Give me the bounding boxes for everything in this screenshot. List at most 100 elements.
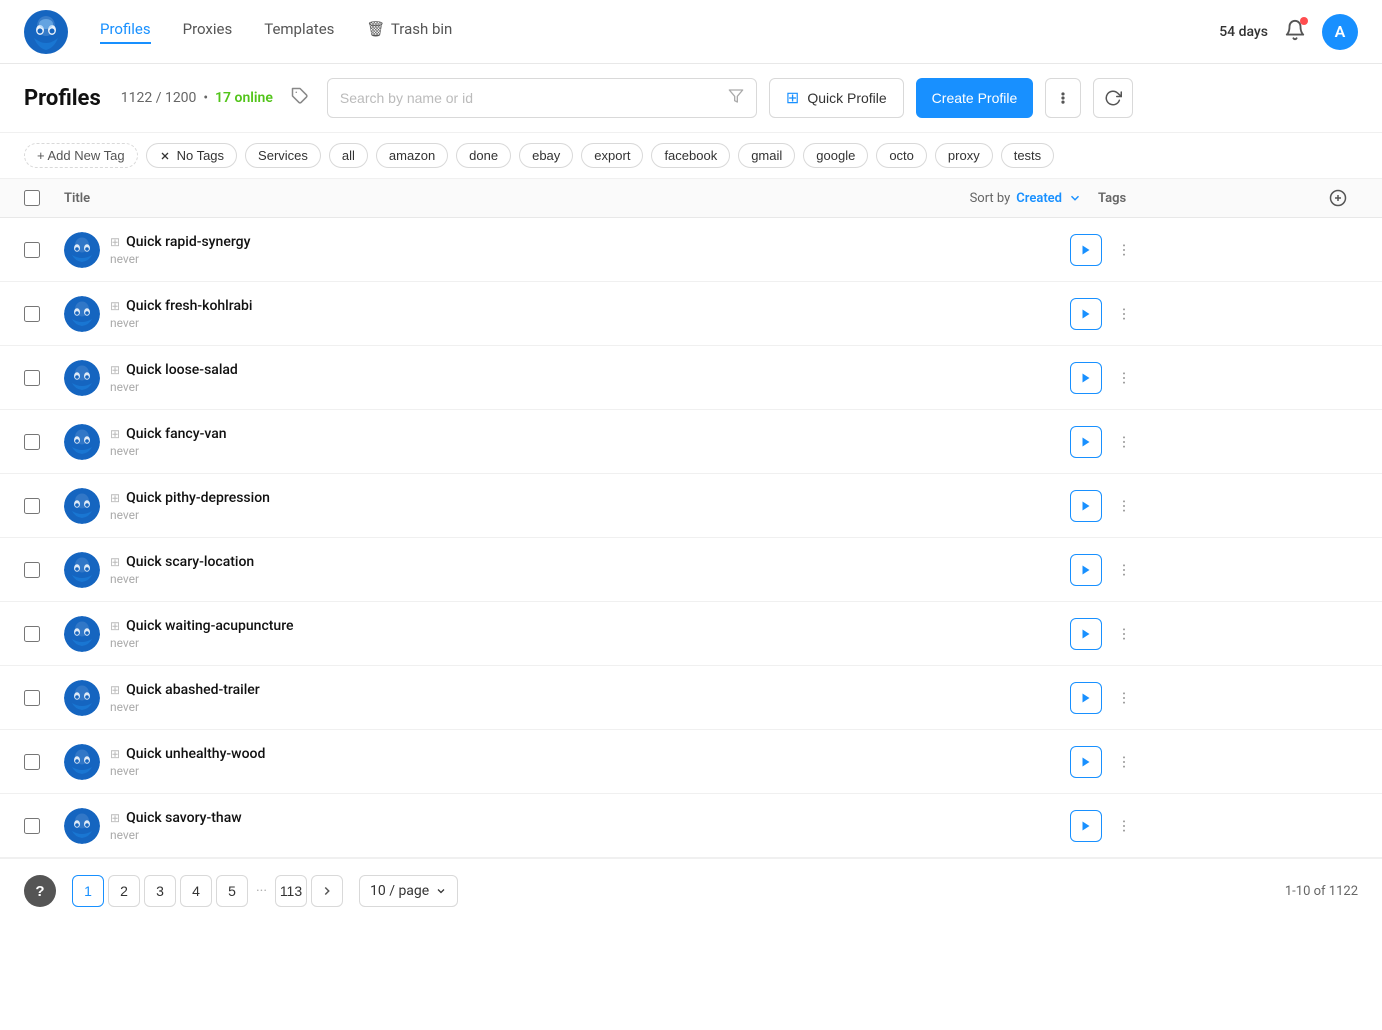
tag-no-tags[interactable]: No Tags xyxy=(146,143,237,168)
tag-done[interactable]: done xyxy=(456,143,511,168)
tag-facebook[interactable]: facebook xyxy=(651,143,730,168)
row-info: ⊞ Quick rapid-synergy never xyxy=(110,234,1070,266)
row-checkbox[interactable] xyxy=(24,754,40,770)
row-avatar xyxy=(64,552,100,588)
tag-gmail[interactable]: gmail xyxy=(738,143,795,168)
filter-icon[interactable] xyxy=(728,88,744,108)
more-options-button[interactable] xyxy=(1110,684,1138,712)
row-checkbox-col[interactable] xyxy=(24,306,64,322)
page-3[interactable]: 3 xyxy=(144,875,176,907)
table-row: ⊞ Quick waiting-acupuncture never xyxy=(0,602,1382,666)
play-button[interactable] xyxy=(1070,490,1102,522)
more-options-button[interactable] xyxy=(1110,748,1138,776)
nav-templates[interactable]: Templates xyxy=(264,20,334,44)
page-last[interactable]: 113 xyxy=(275,875,307,907)
col-title-label: Title xyxy=(64,191,970,206)
page-2[interactable]: 2 xyxy=(108,875,140,907)
tag-tests[interactable]: tests xyxy=(1001,143,1054,168)
tag-octo[interactable]: octo xyxy=(876,143,927,168)
row-actions xyxy=(1070,234,1138,266)
row-checkbox[interactable] xyxy=(24,626,40,642)
row-checkbox[interactable] xyxy=(24,306,40,322)
tag-proxy[interactable]: proxy xyxy=(935,143,993,168)
row-actions xyxy=(1070,746,1138,778)
add-tag-button[interactable]: + Add New Tag xyxy=(24,143,138,168)
play-button[interactable] xyxy=(1070,426,1102,458)
tag-all[interactable]: all xyxy=(329,143,368,168)
select-all-col[interactable] xyxy=(24,190,64,206)
row-name-text: Quick unhealthy-wood xyxy=(126,746,265,762)
more-options-button[interactable] xyxy=(1110,300,1138,328)
row-checkbox-col[interactable] xyxy=(24,818,64,834)
grid-small-icon: ⊞ xyxy=(110,811,120,825)
create-profile-button[interactable]: Create Profile xyxy=(916,78,1034,118)
quick-profile-button[interactable]: ⊞ Quick Profile xyxy=(769,78,904,118)
row-checkbox-col[interactable] xyxy=(24,690,64,706)
more-options-button[interactable] xyxy=(1110,364,1138,392)
row-checkbox-col[interactable] xyxy=(24,754,64,770)
row-actions xyxy=(1070,682,1138,714)
more-options-button[interactable] xyxy=(1110,236,1138,264)
notification-dot xyxy=(1300,17,1308,25)
row-checkbox[interactable] xyxy=(24,818,40,834)
row-checkbox[interactable] xyxy=(24,370,40,386)
page-size-select[interactable]: 10 / page xyxy=(359,875,458,907)
row-avatar xyxy=(64,744,100,780)
play-button[interactable] xyxy=(1070,682,1102,714)
row-checkbox[interactable] xyxy=(24,242,40,258)
more-options-button[interactable] xyxy=(1110,556,1138,584)
row-checkbox-col[interactable] xyxy=(24,370,64,386)
play-button[interactable] xyxy=(1070,810,1102,842)
nav-proxies[interactable]: Proxies xyxy=(183,20,233,44)
tag-amazon[interactable]: amazon xyxy=(376,143,448,168)
create-profile-more-button[interactable] xyxy=(1045,78,1081,118)
more-options-button[interactable] xyxy=(1110,428,1138,456)
row-avatar xyxy=(64,616,100,652)
page-next-button[interactable] xyxy=(311,875,343,907)
row-checkbox-col[interactable] xyxy=(24,242,64,258)
sort-area[interactable]: Sort by Created xyxy=(970,191,1082,206)
more-options-button[interactable] xyxy=(1110,620,1138,648)
nav-trash[interactable]: 🗑 Trash bin xyxy=(366,20,452,44)
logo[interactable] xyxy=(24,10,68,54)
row-checkbox-col[interactable] xyxy=(24,498,64,514)
row-checkbox[interactable] xyxy=(24,434,40,450)
tag-ebay[interactable]: ebay xyxy=(519,143,573,168)
avatar[interactable]: A xyxy=(1322,14,1358,50)
add-col-button[interactable] xyxy=(1318,189,1358,207)
play-button[interactable] xyxy=(1070,618,1102,650)
row-checkbox[interactable] xyxy=(24,498,40,514)
more-options-button[interactable] xyxy=(1110,492,1138,520)
row-avatar xyxy=(64,296,100,332)
refresh-button[interactable] xyxy=(1093,78,1133,118)
row-checkbox[interactable] xyxy=(24,690,40,706)
table-row: ⊞ Quick fancy-van never xyxy=(0,410,1382,474)
play-button[interactable] xyxy=(1070,554,1102,586)
row-checkbox-col[interactable] xyxy=(24,434,64,450)
row-actions xyxy=(1070,362,1138,394)
play-button[interactable] xyxy=(1070,298,1102,330)
play-button[interactable] xyxy=(1070,362,1102,394)
tag-manage-button[interactable] xyxy=(285,81,315,116)
search-input[interactable] xyxy=(340,90,720,106)
more-options-button[interactable] xyxy=(1110,812,1138,840)
play-button[interactable] xyxy=(1070,234,1102,266)
select-all-checkbox[interactable] xyxy=(24,190,40,206)
help-button[interactable]: ? xyxy=(24,875,56,907)
row-checkbox-col[interactable] xyxy=(24,626,64,642)
notification-bell[interactable] xyxy=(1284,19,1306,45)
tag-export[interactable]: export xyxy=(581,143,643,168)
col-tags-label: Tags xyxy=(1098,191,1318,206)
row-checkbox-col[interactable] xyxy=(24,562,64,578)
row-name-text: Quick abashed-trailer xyxy=(126,682,260,698)
nav-profiles[interactable]: Profiles xyxy=(100,20,151,44)
page-4[interactable]: 4 xyxy=(180,875,212,907)
page-1[interactable]: 1 xyxy=(72,875,104,907)
tag-services[interactable]: Services xyxy=(245,143,321,168)
play-button[interactable] xyxy=(1070,746,1102,778)
tag-google[interactable]: google xyxy=(803,143,868,168)
page-5[interactable]: 5 xyxy=(216,875,248,907)
row-checkbox[interactable] xyxy=(24,562,40,578)
sub-header: Profiles 1122 / 1200 • 17 online ⊞ Quick… xyxy=(0,64,1382,133)
grid-small-icon: ⊞ xyxy=(110,555,120,569)
